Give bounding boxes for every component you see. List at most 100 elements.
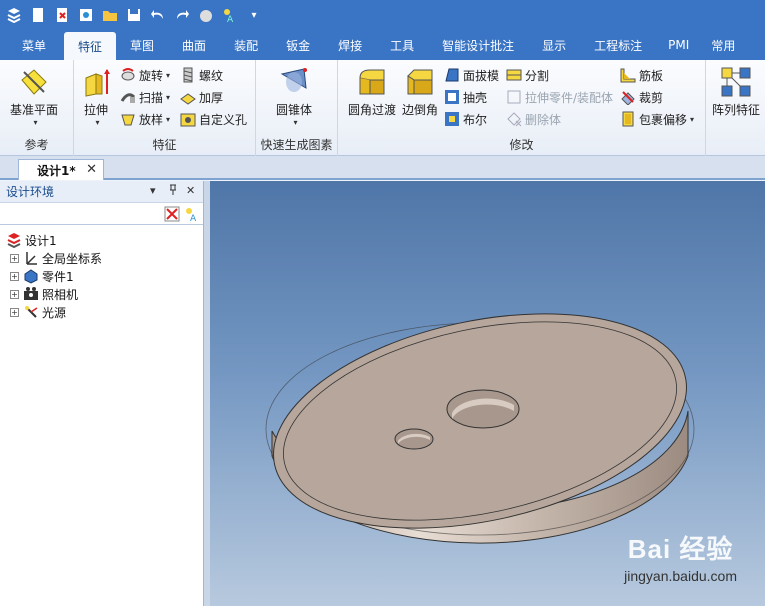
new-icon[interactable] [28,5,48,25]
tab-sheet-metal[interactable]: 钣金 [272,30,324,60]
folder-icon[interactable] [100,5,120,25]
rib-button[interactable]: 筋板 [620,65,663,85]
axis-icon [26,252,37,265]
thicken-button[interactable]: 加厚 [180,87,223,107]
tab-smart-annotation[interactable]: 智能设计批注 [428,30,528,60]
wrap-offset-icon [622,111,634,127]
array-label: 阵列特征 [712,103,761,117]
group-label-reference: 参考 [24,138,49,152]
app-menu-icon[interactable] [4,5,24,25]
clear-filter-icon[interactable] [164,206,180,222]
fillet-icon [359,69,385,95]
chevron-down-icon: ▾ [690,114,695,124]
cone-icon [280,68,307,92]
3d-viewport[interactable]: Bai 经验 jingyan.baidu.com [210,181,765,606]
sweep-button[interactable]: 扫描 ▾ [120,87,170,107]
expand-icon[interactable]: + [10,307,19,317]
draft-button[interactable]: 面拔模 [444,65,499,85]
shell-icon [445,90,459,104]
close-icon[interactable]: ✕ [186,184,195,197]
expand-icon[interactable]: + [10,271,19,281]
tab-tools[interactable]: 工具 [376,30,428,60]
tab-display[interactable]: 显示 [528,30,580,60]
fillet-label: 圆角过渡 [348,103,397,117]
close-icon[interactable]: ✕ [86,162,97,177]
tree-root[interactable]: 设计1 [0,231,203,249]
quick-access-toolbar: A ▾ [0,0,765,30]
tab-feature[interactable]: 特征 [64,32,117,60]
extrude-button[interactable]: 拉伸 ▾ [80,66,112,127]
wrap-offset-button[interactable]: 包裹偏移 ▾ [620,109,694,129]
tab-sketch[interactable]: 草图 [116,30,168,60]
group-modify: 圆角过渡 边倒角 面拔模 抽壳 布尔 分割 拉伸零件/装配体 删除体 筋板 裁剪… [338,60,706,156]
pin-icon[interactable] [168,184,178,199]
document-tab-title: 设计1* [37,163,76,178]
redo-icon[interactable] [172,5,192,25]
split-button[interactable]: 分割 [506,65,549,85]
boolean-button[interactable]: 布尔 [444,109,487,129]
camera-icon [24,287,38,300]
expand-icon[interactable]: + [10,289,19,299]
dropdown-icon[interactable]: ▾ [244,5,264,25]
undo-icon[interactable] [148,5,168,25]
document-tab[interactable]: 设计1* ✕ [18,159,104,180]
datum-plane-button[interactable]: 基准平面 ▾ [10,66,58,127]
watermark-brand: Bai 经验 [627,534,734,564]
tab-surface[interactable]: 曲面 [168,30,220,60]
group-label-modify: 修改 [509,138,534,152]
group-label-feature: 特征 [152,138,177,152]
trim-button[interactable]: 裁剪 [620,87,663,107]
tree-item-camera[interactable]: + 照相机 [0,285,203,303]
chevron-down-icon: ▾ [293,118,298,127]
smart-tool-icon[interactable]: A [184,206,200,222]
boolean-icon [445,112,459,126]
split-icon [506,69,522,81]
loft-button[interactable]: 放样 ▾ [120,109,170,129]
tab-engineering-dimension[interactable]: 工程标注 [580,30,656,60]
cone-button[interactable]: 圆锥体 ▾ [276,66,312,127]
render-icon[interactable] [196,5,216,25]
sweep-icon [120,93,136,103]
thread-button[interactable]: 螺纹 [180,65,223,85]
tree-item-light[interactable]: + 光源 [0,303,203,321]
extend-part-icon [507,90,521,104]
design-environment-panel: 设计环境 ▾ ✕ A 设计1 + 全局坐标系 + 零件1 + 照相机 + 光源 [0,181,204,606]
expand-icon[interactable]: + [10,253,19,263]
fillet-button[interactable]: 圆角过渡 [348,66,396,118]
chevron-down-icon: ▾ [166,70,171,80]
chamfer-button[interactable]: 边倒角 [402,66,438,118]
chevron-down-icon[interactable]: ▾ [150,184,156,197]
tab-pmi[interactable]: PMI [656,30,701,60]
revolve-button[interactable]: 旋转 ▾ [120,65,170,85]
save-as-icon[interactable] [76,5,96,25]
part-icon [24,269,38,284]
loft-icon [121,114,135,126]
tree-item-coordinate-system[interactable]: + 全局坐标系 [0,249,203,267]
tab-welding[interactable]: 焊接 [324,30,376,60]
tab-assembly[interactable]: 装配 [220,30,272,60]
group-reference: 基准平面 ▾ 参考 [0,60,74,156]
light-icon [25,306,38,318]
revolve-icon [121,68,135,81]
delete-body-icon [507,112,522,127]
tab-menu[interactable]: 菜单 [0,30,64,60]
panel-title: 设计环境 [6,185,55,199]
chevron-down-icon: ▾ [33,118,38,127]
array-feature-button[interactable]: 阵列特征 [712,66,760,118]
thread-icon [183,67,193,83]
custom-hole-button[interactable]: 自定义孔 [180,109,247,129]
svg-text:A: A [190,214,197,222]
cone-label: 圆锥体 [276,103,313,117]
delete-body-button[interactable]: 删除体 [506,109,561,129]
smart-icon[interactable]: A [220,5,240,25]
design-tree: 设计1 + 全局坐标系 + 零件1 + 照相机 + 光源 [0,225,203,321]
chamfer-icon [407,69,433,95]
tree-item-part[interactable]: + 零件1 [0,267,203,285]
save-icon[interactable] [124,5,144,25]
custom-hole-icon [180,113,196,127]
open-icon[interactable] [52,5,72,25]
tab-common[interactable]: 常用 [701,30,745,60]
chevron-down-icon: ▾ [166,92,171,102]
extend-part-button[interactable]: 拉伸零件/装配体 [506,87,613,107]
shell-button[interactable]: 抽壳 [444,87,487,107]
